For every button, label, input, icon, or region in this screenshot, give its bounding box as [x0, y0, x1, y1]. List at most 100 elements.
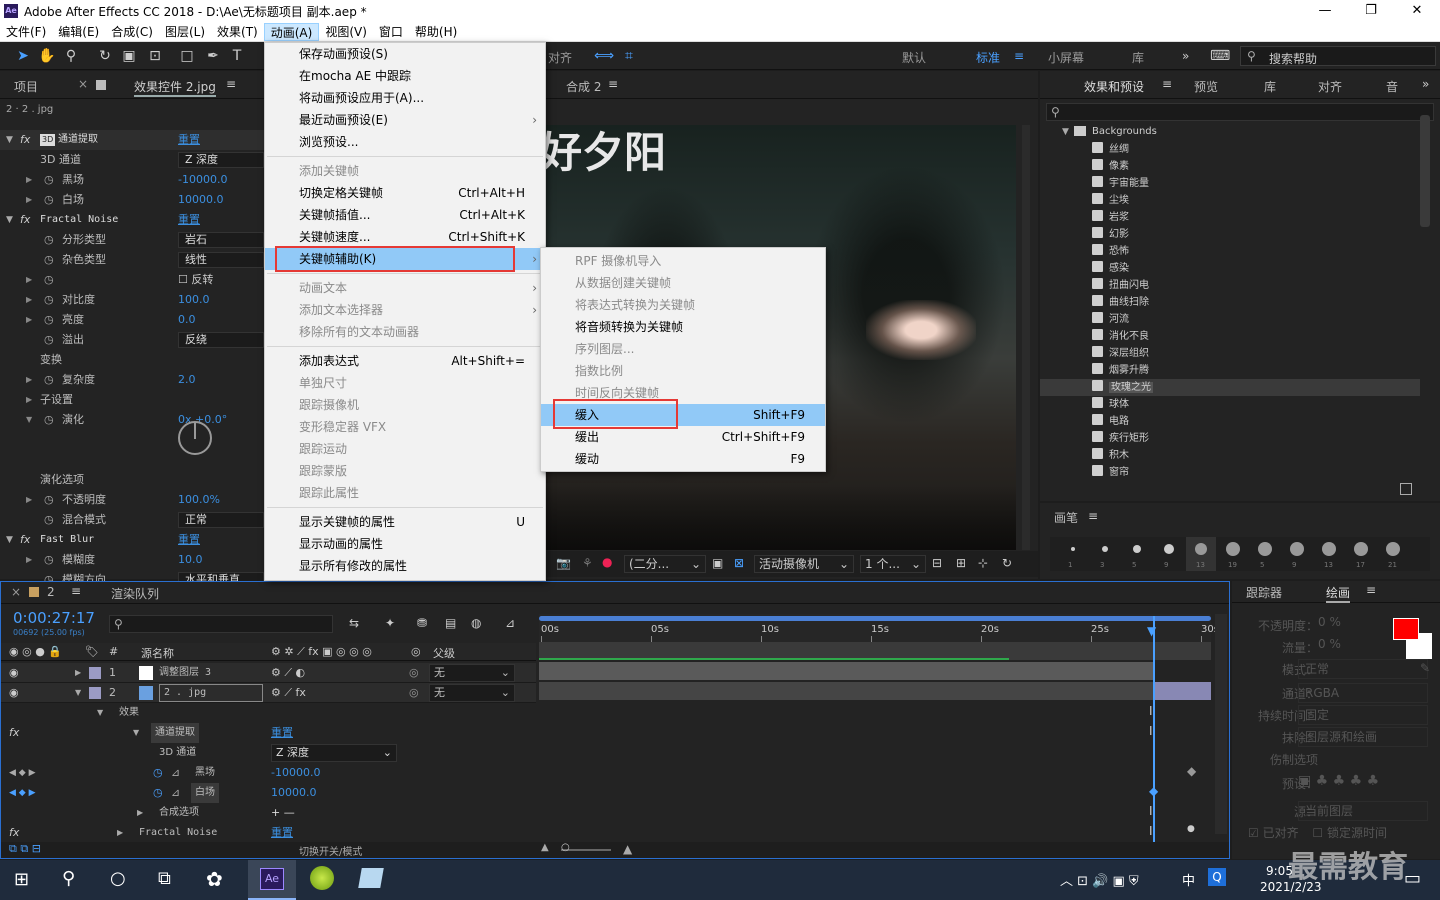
close-button[interactable]: ✕	[1394, 0, 1440, 22]
menu-0[interactable]: 文件(F)	[0, 23, 52, 41]
timecode[interactable]: 0:00:27:17	[13, 609, 95, 627]
preset-item[interactable]: 积木	[1092, 447, 1129, 464]
stopwatch-icon[interactable]: ◷	[44, 370, 54, 390]
paint-menu-icon[interactable]: ≡	[1366, 583, 1376, 597]
anim-menu-item[interactable]: 将动画预设应用于(A)...	[265, 87, 545, 109]
property-value[interactable]: 岩石	[178, 232, 264, 248]
preset-item[interactable]: 扭曲闪电	[1092, 277, 1149, 294]
effect-header[interactable]: ▼ fx Fast Blur 重置	[0, 530, 264, 550]
stopwatch-icon[interactable]: ◷	[44, 270, 54, 290]
aligned-checkbox[interactable]: ☑ 已对齐	[1248, 826, 1299, 840]
layer-switches-icons[interactable]: ⚙ ⟋ fx	[271, 683, 306, 703]
workspace-library[interactable]: 库	[1132, 49, 1144, 66]
anim-menu-item[interactable]: 浏览预设...	[265, 131, 545, 153]
keyframe-marker[interactable]: I	[1149, 724, 1153, 738]
ep-tab[interactable]: 对齐	[1318, 78, 1342, 95]
visibility-eye-icon[interactable]: ◉	[9, 683, 19, 703]
property-value[interactable]: 10000.0	[178, 190, 224, 210]
brush-tip[interactable]: 5	[1250, 537, 1280, 571]
expand-arrow-icon[interactable]: ▶	[26, 390, 32, 410]
views-select[interactable]: 1 个... ⌄	[860, 555, 926, 573]
preset-item[interactable]: 尘埃	[1092, 192, 1129, 209]
expand-arrow-icon[interactable]: ▼	[133, 723, 139, 743]
property-value[interactable]: 0.0	[178, 310, 196, 330]
preset-item[interactable]: 深层组织	[1092, 345, 1149, 362]
workspace-standard[interactable]: 标准	[976, 49, 1000, 66]
minimize-button[interactable]: —	[1302, 0, 1348, 22]
snapshot-icon[interactable]: 📷	[556, 556, 571, 570]
property-value[interactable]: -10000.0	[178, 170, 227, 190]
preset-item[interactable]: 像素	[1092, 158, 1129, 175]
property-value[interactable]: 反绕	[178, 332, 264, 348]
timeline-footer-icons[interactable]: ⧉ ⧉ ⊟	[9, 842, 41, 856]
preset-item[interactable]: 感染	[1092, 260, 1129, 277]
preset-item[interactable]: 球体	[1092, 396, 1129, 413]
workspace-small-screen[interactable]: 小屏幕	[1048, 49, 1084, 66]
sub-property-row[interactable]: ▼ 效果	[1, 703, 536, 723]
anim-menu-item[interactable]: 最近动画预设(E) ›	[265, 109, 545, 131]
rect-tool-icon[interactable]: □	[178, 47, 196, 65]
layer-switches-icons[interactable]: ⚙ ⟋ ◐	[271, 663, 305, 683]
sub-property-select[interactable]: Z 深度 ⌄	[271, 744, 397, 762]
effects-scrollbar[interactable]	[1420, 115, 1430, 227]
effect-header[interactable]: ▼ fx Fractal Noise 重置	[0, 210, 264, 230]
preset-item[interactable]: 疾行矩形	[1092, 430, 1149, 447]
stopwatch-icon[interactable]: ◷	[44, 550, 54, 570]
stopwatch-icon[interactable]: ◷	[44, 410, 54, 430]
preset-item[interactable]: 河流	[1092, 311, 1129, 328]
label-color-swatch[interactable]	[89, 687, 101, 699]
zoom-in-icon[interactable]: ▲	[623, 842, 632, 856]
stopwatch-icon[interactable]: ◷	[44, 330, 54, 350]
layer-search-input[interactable]: ⚲	[109, 615, 333, 633]
stopwatch-icon[interactable]: ◷	[44, 190, 54, 210]
keyframe-nav-icons[interactable]: ◀ ◆ ▶	[9, 783, 36, 803]
preset-item[interactable]: 烟雾升腾	[1092, 362, 1149, 379]
selection-tool-icon[interactable]: ➤	[14, 47, 32, 65]
tab-effect-controls[interactable]: 效果控件 2.jpg	[134, 78, 216, 97]
fast-preview-icon[interactable]: ↻	[1002, 556, 1012, 570]
sub-property-value[interactable]: + —	[271, 803, 295, 823]
tab-close-icon[interactable]: ×	[11, 585, 21, 599]
comp-mini-flowchart-icon[interactable]: ⇆	[349, 616, 359, 630]
stopwatch-icon[interactable]: ◷	[44, 310, 54, 330]
brush-tip[interactable]: 13	[1314, 537, 1344, 571]
ep-tab[interactable]: 音	[1386, 78, 1398, 95]
sub-property-value[interactable]: -10000.0	[271, 763, 320, 783]
menu-7[interactable]: 窗口	[373, 23, 409, 41]
expand-arrow-icon[interactable]: ▼	[97, 703, 103, 723]
expand-arrow-icon[interactable]: ▼	[6, 130, 13, 150]
tab-paint[interactable]: 绘画	[1326, 584, 1351, 603]
cortana-icon[interactable]: ○	[110, 868, 126, 889]
show-snapshot-icon[interactable]: ⚘	[582, 556, 593, 570]
search-icon[interactable]: ⚲	[62, 868, 75, 889]
expand-arrow-icon[interactable]: ▶	[26, 170, 32, 190]
brush-tip[interactable]: 21	[1378, 537, 1408, 571]
brush-tip[interactable]: 13	[1186, 537, 1216, 571]
timeline-scrollbar[interactable]	[1215, 614, 1227, 834]
property-value[interactable]: 100.0	[178, 290, 210, 310]
anim-menu-item[interactable]: 保存动画预设(S)	[265, 43, 545, 65]
app-pinwheel-icon[interactable]: ✿	[206, 867, 223, 891]
reset-link[interactable]: 重置	[178, 130, 200, 150]
playhead-handle-icon[interactable]: ▼	[1147, 624, 1156, 638]
folder-expand-icon[interactable]: ▼	[1062, 127, 1069, 137]
lock-source-time-checkbox[interactable]: ☐ 锁定源时间	[1312, 826, 1387, 840]
tab-close-icon[interactable]: ×	[78, 77, 88, 91]
brush-tip[interactable]: 5	[1122, 537, 1152, 571]
brush-tip[interactable]: 9	[1282, 537, 1312, 571]
hide-shy-icon[interactable]: ⛃	[417, 616, 427, 630]
toggle-pixel-icon[interactable]: ⊟	[932, 556, 942, 570]
layer-row[interactable]: ◉ ▶ 1 调整图层 3 ⚙ ⟋ ◐ ◎ 无 ⌄	[1, 663, 536, 683]
workspace-menu-icon[interactable]: ≡	[1014, 49, 1024, 63]
tray-icons[interactable]: ︿ ⊡ 🔊 ▣ ⛨	[1060, 870, 1139, 889]
preset-item[interactable]: 窗帘	[1092, 464, 1129, 481]
stopwatch-icon[interactable]: ◷	[44, 510, 54, 530]
effect-header[interactable]: ▼ fx 3D 通道提取 重置	[0, 130, 264, 150]
comp-menu-icon[interactable]: ≡	[608, 77, 618, 91]
panel-menu-icon[interactable]: ≡	[226, 77, 236, 91]
zoom-out-icon[interactable]: ▲	[541, 842, 549, 853]
keyframe-diamond-icon[interactable]: ◆	[1149, 784, 1158, 798]
property-value[interactable]: 10.0	[178, 550, 203, 570]
qq-icon[interactable]: Q	[1208, 868, 1226, 886]
stopwatch-icon[interactable]: ◷	[44, 290, 54, 310]
